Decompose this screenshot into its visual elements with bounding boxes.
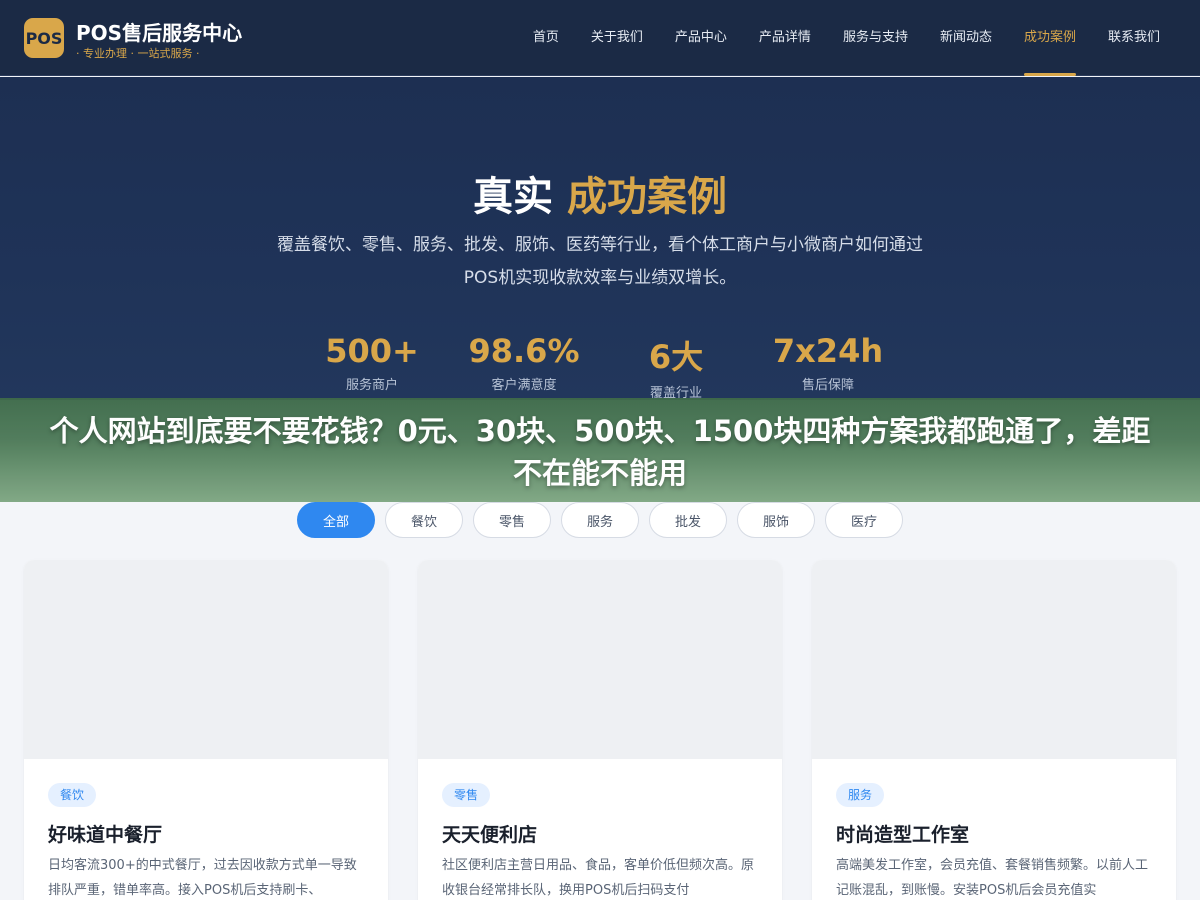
case-description: 高端美发工作室，会员充值、套餐销售频繁。以前人工记账混乱，到账慢。安装POS机后… — [836, 858, 1149, 898]
stat-satisfaction: 98.6% 客户满意度 — [448, 332, 600, 401]
stat-merchants: 500+ 服务商户 — [296, 332, 448, 401]
case-tag: 餐饮 — [48, 783, 97, 807]
filter-all[interactable]: 全部 — [297, 502, 375, 538]
logo[interactable]: POS — [24, 18, 64, 58]
hero-title-gold: 成功案例 — [567, 174, 727, 220]
site-header: POS POS售后服务中心 · 专业办理 · 一站式服务 · 首页 关于我们 产… — [0, 0, 1200, 76]
hero-description: 覆盖餐饮、零售、服务、批发、服饰、医药等行业，看个体工商户与小微商户如何通过PO… — [277, 235, 923, 288]
case-title[interactable]: 时尚造型工作室 — [836, 820, 969, 847]
stat-label: 售后保障 — [801, 378, 854, 393]
category-filters: 全部 餐饮 零售 服务 批发 服饰 医疗 — [0, 502, 1200, 538]
filter-retail[interactable]: 零售 — [473, 502, 551, 538]
filter-catering[interactable]: 餐饮 — [385, 502, 463, 538]
case-tag: 零售 — [442, 783, 491, 807]
hero-title-white: 真实 — [473, 174, 553, 220]
stat-label: 服务商户 — [345, 378, 398, 393]
nav-item-products[interactable]: 产品中心 — [659, 0, 743, 76]
nav-item-product-detail[interactable]: 产品详情 — [743, 0, 827, 76]
nav-item-cases[interactable]: 成功案例 — [1008, 0, 1092, 76]
nav-item-support[interactable]: 服务与支持 — [827, 0, 924, 76]
case-description: 社区便利店主营日用品、食品，客单价低但频次高。原收银台经常排长队，换用POS机后… — [442, 858, 755, 898]
case-card[interactable]: 服务 时尚造型工作室 高端美发工作室，会员充值、套餐销售频繁。以前人工记账混乱，… — [812, 560, 1176, 900]
case-title[interactable]: 天天便利店 — [442, 820, 537, 847]
case-card[interactable]: 餐饮 好味道中餐厅 日均客流300+的中式餐厅，过去因收款方式单一导致排队严重，… — [24, 560, 388, 900]
case-tag: 服务 — [836, 783, 885, 807]
hero-section: 真实 成功案例 覆盖餐饮、零售、服务、批发、服饰、医药等行业，看个体工商户与小微商… — [0, 77, 1200, 401]
banner-headline: 个人网站到底要不要花钱？0元、30块、500块、1500块四种方案我都跑通了，差… — [49, 414, 1151, 490]
nav-item-news[interactable]: 新闻动态 — [924, 0, 1008, 76]
nav-item-about[interactable]: 关于我们 — [575, 0, 659, 76]
brand-subtitle: · 专业办理 · 一站式服务 · — [76, 47, 200, 60]
stats-row: 500+ 服务商户 98.6% 客户满意度 6大 覆盖行业 7x24h 售后保障 — [0, 332, 1200, 401]
filter-service[interactable]: 服务 — [561, 502, 639, 538]
case-description: 日均客流300+的中式餐厅，过去因收款方式单一导致排队严重，错单率高。接入POS… — [48, 858, 357, 898]
case-image-placeholder — [418, 560, 782, 759]
stat-industries: 6大 覆盖行业 — [600, 332, 752, 401]
overlay-banner: 个人网站到底要不要花钱？0元、30块、500块、1500块四种方案我都跑通了，差… — [0, 398, 1200, 502]
stat-label: 客户满意度 — [491, 378, 557, 393]
filter-apparel[interactable]: 服饰 — [737, 502, 815, 538]
logo-text: POS — [25, 28, 63, 48]
case-image-placeholder — [24, 560, 388, 759]
stat-number: 500+ — [325, 332, 419, 370]
stat-number: 98.6% — [468, 332, 580, 370]
case-image-placeholder — [812, 560, 1176, 759]
case-card[interactable]: 零售 天天便利店 社区便利店主营日用品、食品，客单价低但频次高。原收银台经常排长… — [418, 560, 782, 900]
hero-title: 真实 成功案例 — [0, 164, 1200, 222]
stat-number: 6大 — [648, 338, 704, 376]
filter-medical[interactable]: 医疗 — [825, 502, 903, 538]
stat-support: 7x24h 售后保障 — [752, 332, 904, 401]
stat-number: 7x24h — [772, 332, 884, 370]
main-nav: 首页 关于我们 产品中心 产品详情 服务与支持 新闻动态 成功案例 联系我们 — [517, 0, 1176, 76]
nav-item-contact[interactable]: 联系我们 — [1092, 0, 1176, 76]
brand-title: POS售后服务中心 — [76, 21, 243, 45]
nav-item-home[interactable]: 首页 — [517, 0, 575, 76]
filter-wholesale[interactable]: 批发 — [649, 502, 727, 538]
case-title[interactable]: 好味道中餐厅 — [48, 820, 162, 847]
